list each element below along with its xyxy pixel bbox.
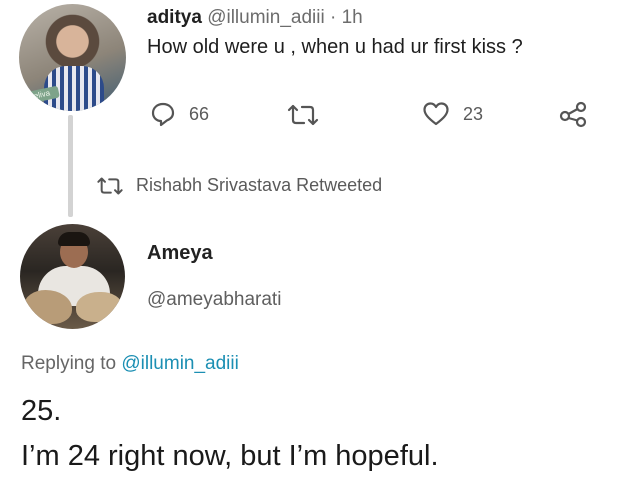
replying-to-handle-link[interactable]: @illumin_adiii	[121, 353, 239, 374]
tweet1-header: aditya @illumin_adiii · 1h	[147, 7, 363, 29]
retweet-icon	[287, 104, 319, 126]
retweet-icon	[97, 177, 123, 194]
tweet2-author-name[interactable]: Ameya	[147, 242, 213, 265]
retweet-notice-text: Rishabh Srivastava Retweeted	[136, 175, 383, 195]
tweet1-author-handle[interactable]: @illumin_adiii	[207, 7, 325, 28]
avatar-ameya[interactable]	[20, 224, 125, 329]
like-button[interactable]: 23	[422, 101, 483, 127]
tweet1-timestamp[interactable]: 1h	[342, 7, 363, 28]
tweet1-author-name[interactable]: aditya	[147, 7, 202, 28]
tweet2-text-line-1: 25.	[21, 395, 62, 427]
retweet-button[interactable]	[286, 103, 320, 127]
like-count: 23	[463, 103, 484, 124]
reply-count: 66	[189, 103, 210, 124]
reply-button[interactable]: 66	[150, 101, 209, 127]
heart-icon	[423, 102, 449, 126]
tweet-thread: eliva aditya @illumin_adiii · 1h How old…	[0, 0, 620, 491]
tweet2-author-handle[interactable]: @ameyabharati	[147, 289, 281, 311]
replying-to-prefix: Replying to	[21, 353, 117, 374]
avatar-dog-left	[24, 290, 72, 324]
replying-to: Replying to @illumin_adiii	[21, 353, 239, 375]
tweet2-text-line-2: I’m 24 right now, but I’m hopeful.	[21, 440, 439, 472]
tweet1-action-bar: 66 23	[0, 99, 620, 133]
share-button[interactable]	[558, 100, 588, 128]
tweet1-separator: ·	[329, 7, 337, 28]
reply-icon	[151, 102, 175, 127]
retweet-notice[interactable]: Rishabh Srivastava Retweeted	[95, 175, 382, 196]
avatar-dog-right	[76, 292, 122, 322]
avatar-aditya[interactable]: eliva	[19, 4, 126, 111]
share-icon	[559, 101, 587, 128]
avatar-figure-hair	[58, 232, 90, 246]
tweet1-text: How old were u , when u had ur first kis…	[147, 36, 523, 58]
